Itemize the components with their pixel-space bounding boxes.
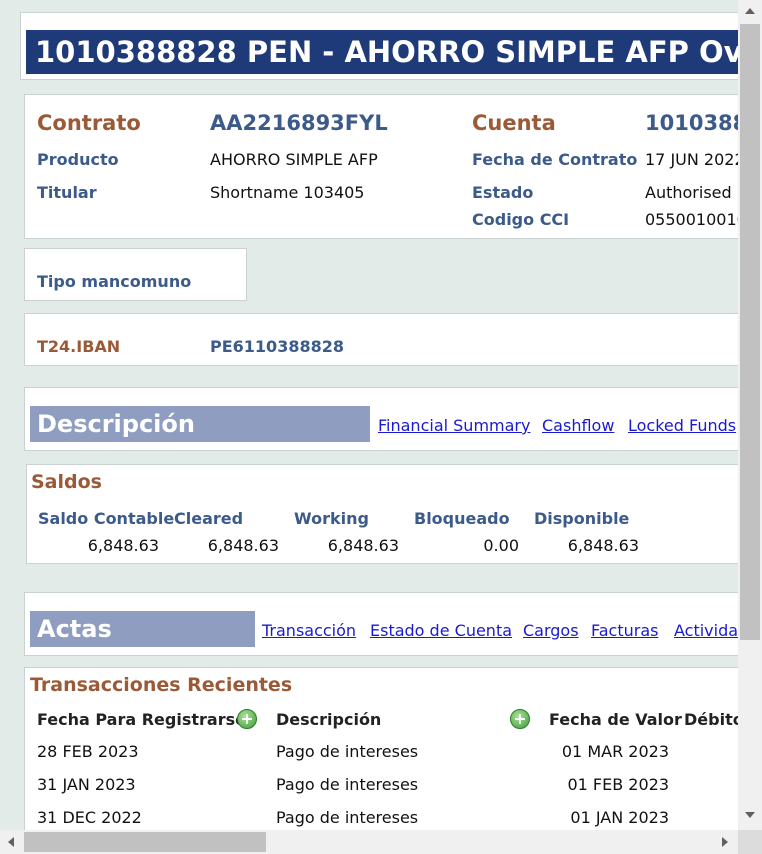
vertical-scroll-thumb[interactable] xyxy=(740,24,760,640)
cargos-link[interactable]: Cargos xyxy=(523,621,579,640)
page-viewport: 1010388828 PEN - AHORRO SIMPLE AFP Overv… xyxy=(0,0,738,830)
facturas-link[interactable]: Facturas xyxy=(591,621,658,640)
fecha-valor-header: Fecha de Valor xyxy=(549,710,682,729)
titular-label: Titular xyxy=(37,183,97,202)
cuenta-label: Cuenta xyxy=(472,111,556,135)
transacciones-title: Transacciones Recientes xyxy=(30,674,293,696)
table-row-valor: 01 FEB 2023 xyxy=(567,775,669,794)
table-row-fecha: 31 JAN 2023 xyxy=(37,775,136,794)
fecha-registrarse-header: Fecha Para Registrarse xyxy=(37,710,246,729)
scroll-left-icon[interactable] xyxy=(8,837,14,847)
scroll-right-icon[interactable] xyxy=(722,837,728,847)
table-row-valor: 01 MAR 2023 xyxy=(561,742,669,761)
actividades-link[interactable]: Actividades xyxy=(674,621,738,640)
producto-value: AHORRO SIMPLE AFP xyxy=(210,150,378,169)
codigo-cci-value: 05500100101038882800 xyxy=(645,210,738,229)
disponible-value: 6,848.63 xyxy=(567,536,639,555)
contrato-value: AA2216893FYL xyxy=(210,111,388,135)
table-row-descripcion: Pago de intereses xyxy=(276,742,419,761)
table-row-descripcion: Pago de intereses xyxy=(276,808,419,827)
iban-value: PE6110388828 xyxy=(210,337,344,356)
scrollbar-corner xyxy=(738,830,762,854)
scroll-down-icon[interactable] xyxy=(745,812,755,818)
disponible-header: Disponible xyxy=(534,509,630,528)
fecha-contrato-value: 17 JUN 2022 xyxy=(645,150,738,169)
scroll-up-icon[interactable] xyxy=(745,8,755,14)
add-column-icon[interactable] xyxy=(510,709,530,729)
estado-de-cuenta-link[interactable]: Estado de Cuenta xyxy=(370,621,512,640)
locked-funds-link[interactable]: Locked Funds xyxy=(628,416,736,435)
producto-label: Producto xyxy=(37,150,119,169)
estado-value: Authorised xyxy=(645,183,732,202)
saldo-contable-value: 6,848.63 xyxy=(87,536,159,555)
contrato-label: Contrato xyxy=(37,111,141,135)
table-row-fecha: 31 DEC 2022 xyxy=(37,808,142,827)
cuenta-value: 1010388828 xyxy=(645,111,738,135)
bloqueado-value: 0.00 xyxy=(483,536,519,555)
iban-label: T24.IBAN xyxy=(37,337,121,356)
fecha-contrato-label: Fecha de Contrato xyxy=(472,150,638,169)
descripcion-header-col: Descripción xyxy=(276,710,382,729)
cashflow-link[interactable]: Cashflow xyxy=(542,416,614,435)
saldo-contable-header: Saldo Contable xyxy=(38,509,175,528)
cleared-value: 6,848.63 xyxy=(207,536,279,555)
tipo-mancomuno-label: Tipo mancomuno xyxy=(37,272,192,291)
page-title: 1010388828 PEN - AHORRO SIMPLE AFP Overv… xyxy=(26,30,738,74)
cleared-header: Cleared xyxy=(174,509,244,528)
actas-header: Actas xyxy=(30,611,255,647)
bloqueado-header: Bloqueado xyxy=(414,509,510,528)
codigo-cci-label: Codigo CCI xyxy=(472,210,570,229)
table-row-fecha: 28 FEB 2023 xyxy=(37,742,139,761)
table-row-valor: 01 JAN 2023 xyxy=(570,808,669,827)
estado-label: Estado xyxy=(472,183,534,202)
transaccion-link[interactable]: Transacción xyxy=(262,621,356,640)
working-value: 6,848.63 xyxy=(327,536,399,555)
add-column-icon[interactable] xyxy=(237,709,257,729)
descripcion-header: Descripción xyxy=(30,406,370,442)
saldos-title: Saldos xyxy=(31,471,102,493)
table-row-descripcion: Pago de intereses xyxy=(276,775,419,794)
debito-header: Débito xyxy=(684,710,738,729)
titular-value: Shortname 103405 xyxy=(210,183,365,202)
working-header: Working xyxy=(294,509,369,528)
iban-panel xyxy=(24,313,738,366)
financial-summary-link[interactable]: Financial Summary xyxy=(378,416,530,435)
horizontal-scroll-thumb[interactable] xyxy=(24,832,266,852)
